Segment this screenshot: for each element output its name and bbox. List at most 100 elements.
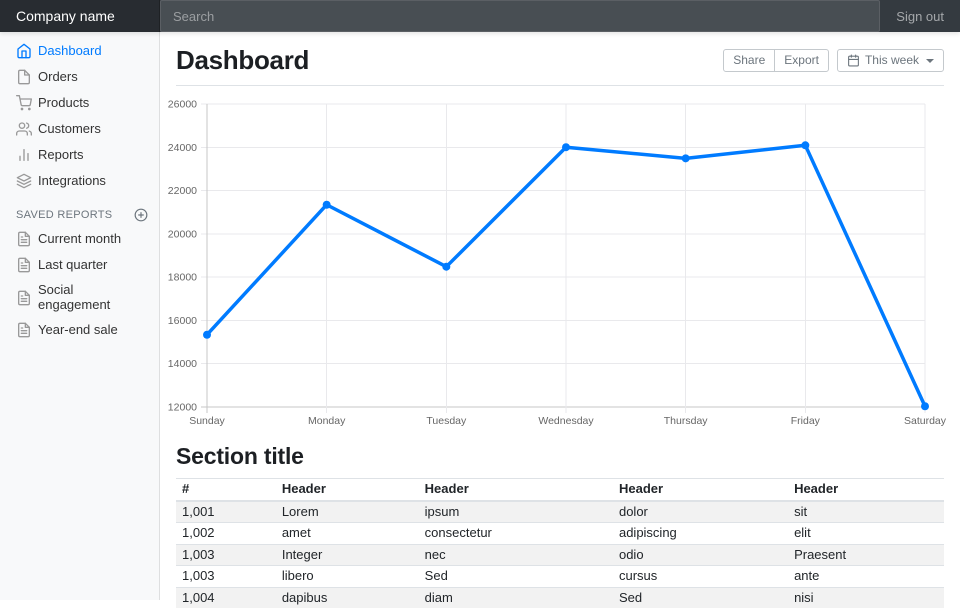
table-row: 1,003liberoSedcursusante [176,566,944,588]
chart-point [801,141,809,149]
shopping-cart-icon [16,95,32,111]
layers-icon [16,173,32,189]
share-button[interactable]: Share [723,49,775,72]
chart-point [203,331,211,339]
x-axis-tick-label: Tuesday [426,415,467,427]
table-header-row: #HeaderHeaderHeaderHeader [176,479,944,501]
table-container: #HeaderHeaderHeaderHeader 1,001Loremipsu… [176,478,944,608]
table-header-cell: Header [276,479,419,501]
table-header-cell: Header [613,479,788,501]
saved-reports-nav: Current month Last quarter Social engageme… [0,226,160,343]
saved-reports-heading: Saved reports [0,208,160,222]
table-cell: Praesent [788,544,944,566]
y-axis-tick-label: 16000 [168,315,197,327]
data-table: #HeaderHeaderHeaderHeader 1,001Loremipsu… [176,478,944,608]
table-body: 1,001Loremipsumdolorsit1,002ametconsecte… [176,501,944,608]
file-text-icon [16,231,32,247]
users-icon [16,121,32,137]
table-cell: nisi [788,587,944,608]
sidebar-item-integrations[interactable]: Integrations [0,168,160,194]
table-row: 1,002ametconsecteturadipiscingelit [176,523,944,545]
section-title: Section title [176,443,944,470]
table-cell: amet [276,523,419,545]
sidebar-item-label: Integrations [38,174,106,189]
table-row: 1,003IntegernecodioPraesent [176,544,944,566]
page-header: Dashboard Share Export This week [176,32,944,86]
sidebar-item-reports[interactable]: Reports [0,142,160,168]
sidebar-item-last-quarter[interactable]: Last quarter [0,252,160,278]
page-title: Dashboard [176,45,309,76]
table-header-cell: Header [788,479,944,501]
sidebar-item-label: Social engagement [38,283,144,312]
sign-out-link[interactable]: Sign out [880,0,960,32]
table-row: 1,001Loremipsumdolorsit [176,501,944,523]
chart-point [682,154,690,162]
sidebar-item-current-month[interactable]: Current month [0,226,160,252]
toolbar: Share Export This week [723,49,944,72]
sidebar-item-label: Last quarter [38,258,107,273]
table-cell: dolor [613,501,788,523]
table-cell: nec [419,544,613,566]
bar-chart-icon [16,147,32,163]
sidebar-item-label: Current month [38,232,121,247]
table-cell: 1,004 [176,587,276,608]
sidebar: Dashboard Orders Products CustomersReports I… [0,32,160,600]
table-cell: odio [613,544,788,566]
table-head: #HeaderHeaderHeaderHeader [176,479,944,501]
y-axis-tick-label: 14000 [168,358,197,370]
sidebar-item-label: Products [38,96,89,111]
table-cell: diam [419,587,613,608]
top-navbar: Company name Sign out [0,0,960,32]
sidebar-item-orders[interactable]: Orders [0,64,160,90]
table-cell: adipiscing [613,523,788,545]
sidebar-item-customers[interactable]: Customers [0,116,160,142]
y-axis-tick-label: 22000 [168,185,197,197]
table-cell: libero [276,566,419,588]
chart-canvas: 1200014000160001800020000220002400026000… [176,95,944,427]
table-cell: 1,001 [176,501,276,523]
weekly-line-chart[interactable]: 1200014000160001800020000220002400026000… [176,95,944,427]
table-cell: ante [788,566,944,588]
brand[interactable]: Company name [0,0,160,32]
x-axis-tick-label: Thursday [664,415,709,427]
y-axis-tick-label: 18000 [168,272,197,284]
x-axis-tick-label: Sunday [189,415,225,427]
period-dropdown-button[interactable]: This week [837,49,944,72]
x-axis-tick-label: Friday [791,415,821,427]
plus-circle-icon[interactable] [134,208,148,222]
table-cell: consectetur [419,523,613,545]
table-cell: Sed [419,566,613,588]
chart-point [442,263,450,271]
export-button[interactable]: Export [774,49,829,72]
table-cell: elit [788,523,944,545]
y-axis-tick-label: 12000 [168,402,197,414]
sidebar-item-year-end-sale[interactable]: Year-end sale [0,317,160,343]
table-header-cell: Header [419,479,613,501]
table-cell: 1,003 [176,544,276,566]
table-cell: ipsum [419,501,613,523]
sidebar-item-social-engagement[interactable]: Social engagement [0,278,160,317]
file-text-icon [16,322,32,338]
calendar-icon [847,54,860,67]
search-input[interactable] [160,0,880,32]
sidebar-item-dashboard[interactable]: Dashboard [0,38,160,64]
sidebar-item-products[interactable]: Products [0,90,160,116]
x-axis-tick-label: Wednesday [538,415,594,427]
table-cell: 1,003 [176,566,276,588]
share-export-group: Share Export [723,49,829,72]
table-cell: Sed [613,587,788,608]
file-text-icon [16,290,32,306]
chart-point [323,201,331,209]
y-axis-tick-label: 24000 [168,142,197,154]
sidebar-item-label: Year-end sale [38,323,118,338]
sidebar-item-label: Dashboard [38,44,102,59]
file-icon [16,69,32,85]
main-content: Dashboard Share Export This week 1200014… [160,32,960,600]
table-cell: sit [788,501,944,523]
x-axis-tick-label: Saturday [904,415,947,427]
chart-point [562,143,570,151]
table-cell: dapibus [276,587,419,608]
home-icon [16,43,32,59]
chart-point [921,402,929,410]
period-label: This week [865,54,919,67]
